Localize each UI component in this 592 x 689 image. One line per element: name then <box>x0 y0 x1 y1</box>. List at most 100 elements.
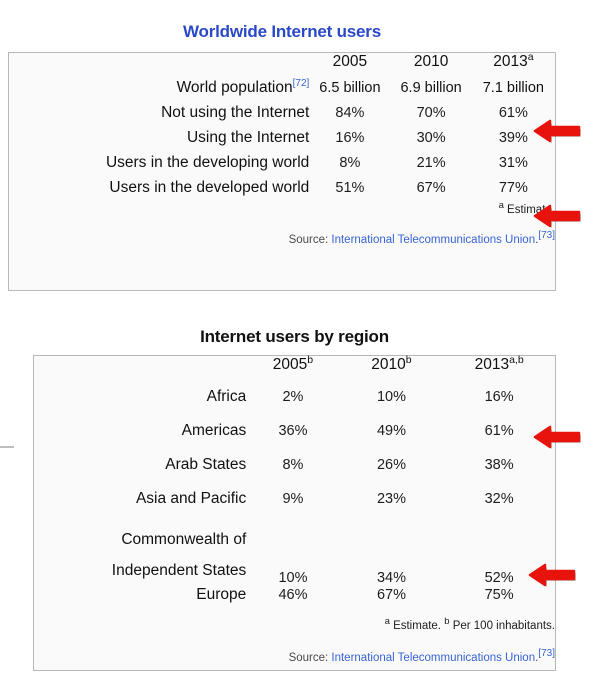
table-2-cell-africa-2005: 2% <box>282 389 304 405</box>
table-2-row-label-commonwealth-of-independent-states: Commonwealth of Independent States <box>111 531 247 579</box>
table-1-source-link[interactable]: International Telecommunications Union <box>331 234 535 246</box>
internet-users-by-region-title: Internet users by region <box>200 327 389 346</box>
table-1-footnote-text: Estimate. <box>503 204 555 216</box>
citation-link-72[interactable]: [72] <box>293 78 310 89</box>
table-2-source: Source: International Telecommunications… <box>34 649 555 686</box>
table-2-footnote-row: a Estimate. b Per 100 inhabitants. <box>34 617 555 652</box>
table-2-col-header-2013: 2013a,b <box>443 353 555 388</box>
table-2-cell-africa-2010: 10% <box>376 389 406 405</box>
table-row: Not using the Internet 84% 70% 61% <box>9 104 555 129</box>
table-2-cell-americas-2010: 49% <box>376 423 406 439</box>
citation-link-73[interactable]: [73] <box>538 230 555 241</box>
table-1-cell-developed-world-2005: 51% <box>335 180 365 196</box>
left-edge-rule <box>0 446 14 448</box>
table-2-corner-cell <box>34 356 246 388</box>
table-1-cell-developing-world-2013: 31% <box>498 155 528 171</box>
table-2-cell-europe-2005: 46% <box>278 587 308 603</box>
table-1-footnote-row: a Estimate. <box>9 201 555 234</box>
table-row: Using the Internet 16% 30% 39% <box>9 129 555 154</box>
table-1-cell-not-using-internet-2005: 84% <box>335 105 365 121</box>
table-row: World population[72] 6.5 billion 6.9 bil… <box>9 78 555 104</box>
table-2-row-label-asia-and-pacific: Asia and Pacific <box>135 490 247 507</box>
table-1-source-prefix: Source: <box>288 234 332 246</box>
table-2-footnote-text-a: Estimate. <box>389 620 445 632</box>
table-1-col-header-2010: 2010 <box>413 53 449 70</box>
table-1-cell-developing-world-2005: 8% <box>339 155 361 171</box>
table-2-row-label-americas: Americas <box>181 422 247 439</box>
table-row: Users in the developing world 8% 21% 31% <box>9 154 555 179</box>
table-2-cell-arab-states-2005: 8% <box>282 457 304 473</box>
table-2-source-row: Source: International Telecommunications… <box>34 649 555 686</box>
table-2-col-header-2005: 2005b <box>246 353 339 388</box>
table-1-cell-using-internet-2013: 39% <box>498 130 528 146</box>
table-1-row-label-world-population-text: World population <box>176 79 293 96</box>
table-2-row-label-africa: Africa <box>206 388 247 405</box>
table-2-cell-asia-and-pacific-2013: 32% <box>484 491 514 507</box>
table-1-cell-world-population-2013: 7.1 billion <box>482 80 544 96</box>
table-1-row-label-not-using-internet: Not using the Internet <box>161 104 310 121</box>
table-1-col-header-2013-label: 2013 <box>493 53 528 70</box>
table-2-col-header-2010: 2010b <box>340 353 444 388</box>
table-1-cell-using-internet-2010: 30% <box>416 130 446 146</box>
table-2-row-label-europe: Europe <box>196 586 247 603</box>
table-2-header-row: 2005b 2010b 2013a,b <box>34 353 555 388</box>
worldwide-internet-users-table: 2005 2010 2013a World population[72] 6.5… <box>8 52 556 291</box>
table-2-cell-arab-states-2010: 26% <box>376 457 406 473</box>
table-1-cell-developing-world-2010: 21% <box>416 155 446 171</box>
table-2-cell-europe-2010: 67% <box>376 587 406 603</box>
table-row: Asia and Pacific 9% 23% 32% <box>34 490 555 524</box>
table-1-cell-using-internet-2005: 16% <box>335 130 365 146</box>
table-2-col-header-2010-label: 2010 <box>371 356 406 373</box>
table-2-source-prefix: Source: <box>288 652 332 664</box>
table-2-col-header-2013-label: 2013 <box>474 356 510 373</box>
table-1-cell-developed-world-2010: 67% <box>416 180 446 196</box>
table-1-footnote: a Estimate. <box>9 201 555 234</box>
table-1-cell-not-using-internet-2010: 70% <box>416 105 446 121</box>
table-row: Commonwealth of Independent States 10% 3… <box>34 524 555 586</box>
table-2-footnote-text-b: Per 100 inhabitants. <box>449 620 555 632</box>
table-1-cell-world-population-2010: 6.9 billion <box>400 80 462 96</box>
table-1-col-header-2005: 2005 <box>332 53 368 70</box>
table-2-source-link[interactable]: International Telecommunications Union <box>331 652 535 664</box>
table-row: Arab States 8% 26% 38% <box>34 456 555 490</box>
table-2-cell-cis-2010: 34% <box>376 570 406 586</box>
table-2-row-label-arab-states: Arab States <box>165 456 247 473</box>
table-2-cell-africa-2013: 16% <box>484 389 514 405</box>
table-1-row-label-world-population: World population[72] <box>9 78 310 104</box>
table-2-cell-arab-states-2013: 38% <box>484 457 514 473</box>
table-1-col-header-2013-note: a <box>527 50 534 63</box>
table-2-cell-asia-and-pacific-2010: 23% <box>376 491 406 507</box>
internet-users-by-region-table: 2005b 2010b 2013a,b Africa 2% 10% 16% Am… <box>33 355 556 671</box>
table-row: Europe 46% 67% 75% <box>34 586 555 620</box>
table-1-cell-developed-world-2013: 77% <box>498 180 528 196</box>
table-1-corner-cell <box>9 53 309 79</box>
table-2-cell-europe-2013: 75% <box>484 587 514 603</box>
table-1-cell-not-using-internet-2013: 61% <box>498 105 528 121</box>
table-2-cell-americas-2013: 61% <box>484 423 514 439</box>
table-row: Africa 2% 10% 16% <box>34 388 555 422</box>
table-2-footnote: a Estimate. b Per 100 inhabitants. <box>34 617 555 652</box>
table-1-source: Source: International Telecommunications… <box>9 231 555 259</box>
table-2-cell-cis-2005: 10% <box>278 570 308 586</box>
page-root: Worldwide Internet users 2005 2010 2013a… <box>0 0 592 689</box>
table-row: Americas 36% 49% 61% <box>34 422 555 456</box>
citation-link-73[interactable]: [73] <box>538 648 555 659</box>
table-2-col-header-2013-note: a,b <box>509 353 524 366</box>
table-2-col-header-2005-note: b <box>307 353 314 366</box>
table-2-col-header-2005-label: 2005 <box>272 356 308 373</box>
table-1-row-label-developing-world: Users in the developing world <box>105 154 310 171</box>
table-2-cell-americas-2005: 36% <box>278 423 308 439</box>
table-1-source-row: Source: International Telecommunications… <box>9 231 555 259</box>
table-row: Users in the developed world 51% 67% 77% <box>9 179 555 204</box>
table-1-cell-world-population-2005: 6.5 billion <box>319 80 381 96</box>
table-1-row-label-developed-world: Users in the developed world <box>109 179 310 196</box>
table-1-header-row: 2005 2010 2013a <box>9 50 555 79</box>
table-2-grid: 2005b 2010b 2013a,b Africa 2% 10% 16% Am… <box>34 353 555 686</box>
worldwide-internet-users-title: Worldwide Internet users <box>183 22 381 41</box>
table-1-row-label-using-internet: Using the Internet <box>186 129 310 146</box>
table-2-cell-cis-2013: 52% <box>484 570 514 586</box>
table-2-col-header-2010-note: b <box>405 353 412 366</box>
table-1-col-header-2013: 2013a <box>472 50 555 79</box>
table-1-grid: 2005 2010 2013a World population[72] 6.5… <box>9 50 555 259</box>
table-2-cell-asia-and-pacific-2005: 9% <box>282 491 304 507</box>
